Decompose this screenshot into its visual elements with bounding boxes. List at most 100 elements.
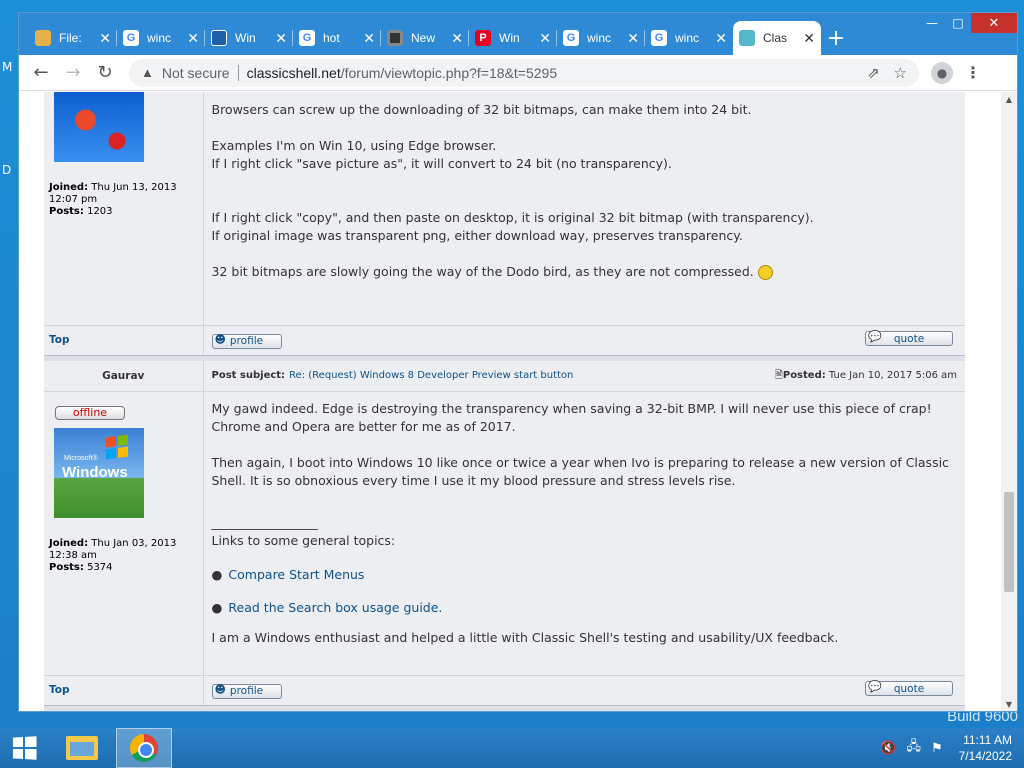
search-guide-link[interactable]: Read the Search box usage guide.	[228, 600, 442, 615]
author-meta: Joined: Thu Jan 03, 2013 12:38 am Posts:…	[49, 537, 177, 573]
tab-close-icon[interactable]: ✕	[451, 30, 463, 47]
tab-title: winc	[675, 31, 700, 45]
post-paragraph: My gawd indeed. Edge is destroying the t…	[211, 400, 932, 434]
browser-tab[interactable]: P Win ✕	[469, 21, 557, 55]
browser-tab[interactable]: G winc ✕	[645, 21, 733, 55]
author-name[interactable]: Gaurav	[44, 361, 204, 392]
offline-status-badge: offline	[55, 405, 125, 420]
browser-tab[interactable]: New ✕	[381, 21, 469, 55]
top-link[interactable]: Top	[49, 684, 70, 696]
speech-bubble-icon: 💬	[868, 680, 882, 693]
post-author-panel: Joined: Thu Jun 13, 2013 12:07 pm Posts:…	[44, 92, 204, 325]
folder-icon	[66, 736, 98, 760]
volume-muted-icon[interactable]: 🔇	[880, 740, 896, 756]
joined-label: Joined:	[49, 182, 89, 193]
action-center-flag-icon[interactable]: ⚑	[931, 740, 943, 756]
share-icon[interactable]: ⇗	[867, 64, 880, 82]
post-line: If original image was transparent png, e…	[211, 228, 743, 243]
scroll-thumb[interactable]	[1004, 492, 1014, 592]
clock-date: 7/14/2022	[958, 749, 1012, 763]
top-link[interactable]: Top	[49, 334, 70, 346]
tab-close-icon[interactable]: ✕	[99, 30, 111, 47]
tab-close-icon[interactable]: ✕	[539, 30, 551, 47]
windows-start-icon	[12, 736, 37, 760]
address-bar[interactable]: ▲ Not secure classicshell.net /forum/vie…	[129, 58, 919, 87]
tab-title: winc	[147, 31, 172, 45]
security-status[interactable]: Not secure	[162, 65, 230, 81]
tab-title: Win	[235, 31, 256, 45]
menu-dots-icon[interactable]: ⋮	[965, 63, 981, 82]
window-controls: — □ ✕	[919, 13, 1017, 33]
tab-close-icon[interactable]: ✕	[275, 30, 287, 47]
tab-title: hot	[323, 31, 340, 45]
page-content: Joined: Thu Jun 13, 2013 12:07 pm Posts:…	[19, 92, 1017, 711]
post-body: My gawd indeed. Edge is destroying the t…	[203, 391, 965, 675]
tab-close-icon[interactable]: ✕	[363, 30, 375, 47]
tab-close-icon[interactable]: ✕	[627, 30, 639, 47]
author-meta: Joined: Thu Jun 13, 2013 12:07 pm Posts:…	[49, 182, 198, 218]
tab-title: New	[411, 31, 436, 45]
scroll-down-arrow-icon[interactable]: ▼	[1001, 697, 1017, 711]
forward-arrow-icon[interactable]: →	[57, 57, 89, 89]
warning-triangle-icon[interactable]: ▲	[141, 65, 154, 80]
chrome-window: File: ✕ G winc ✕ Win ✕ G hot ✕ New ✕ P W…	[18, 12, 1018, 712]
classic-shell-favicon-icon	[739, 30, 755, 46]
file-explorer-favicon-icon	[35, 30, 51, 46]
clock[interactable]: 11:11 AM 7/14/2022	[959, 732, 1012, 764]
minimize-button[interactable]: —	[919, 13, 945, 33]
browser-tab[interactable]: G winc ✕	[557, 21, 645, 55]
tab-close-icon[interactable]: ✕	[187, 30, 199, 47]
url-host[interactable]: classicshell.net	[247, 65, 341, 81]
browser-tab-active[interactable]: Clas ✕	[733, 21, 821, 55]
post-line: If I right click "copy", and then paste …	[211, 210, 814, 225]
page-scrollbar[interactable]: ▲ ▼	[1001, 92, 1017, 711]
scroll-up-arrow-icon[interactable]: ▲	[1001, 92, 1017, 106]
subject-link[interactable]: Re: (Request) Windows 8 Developer Previe…	[289, 367, 573, 385]
windows-favicon-icon	[211, 30, 227, 46]
browser-tab[interactable]: File: ✕	[29, 21, 117, 55]
new-tab-button[interactable]: +	[821, 21, 851, 55]
google-favicon-icon: G	[123, 30, 139, 46]
quote-button[interactable]: 💬 quote	[865, 680, 953, 696]
profile-button[interactable]: ☻ profile	[211, 333, 282, 349]
reload-icon[interactable]: ↻	[89, 57, 121, 89]
profile-avatar-icon[interactable]: ●	[931, 61, 953, 84]
tab-strip: File: ✕ G winc ✕ Win ✕ G hot ✕ New ✕ P W…	[19, 13, 1017, 55]
url-path[interactable]: /forum/viewtopic.php?f=18&t=5295	[341, 65, 557, 81]
close-window-button[interactable]: ✕	[971, 13, 1017, 33]
file-explorer-taskbar-button[interactable]	[54, 728, 110, 768]
subject-label: Post subject:	[211, 369, 286, 381]
start-button[interactable]	[0, 728, 48, 768]
back-arrow-icon[interactable]: ←	[25, 57, 57, 89]
tab-close-icon[interactable]: ✕	[715, 30, 727, 47]
profile-button[interactable]: ☻ profile	[211, 682, 282, 699]
browser-tab[interactable]: G winc ✕	[117, 21, 205, 55]
browser-tab[interactable]: Win ✕	[205, 21, 293, 55]
post-paragraph: Then again, I boot into Windows 10 like …	[211, 454, 949, 488]
post-line: Browsers can screw up the downloading of…	[211, 102, 752, 117]
tab-list: File: ✕ G winc ✕ Win ✕ G hot ✕ New ✕ P W…	[29, 21, 851, 55]
windows-logo-icon	[106, 433, 128, 460]
desktop-icon-label[interactable]: D	[2, 163, 11, 177]
quote-button[interactable]: 💬 quote	[865, 330, 953, 346]
maximize-button[interactable]: □	[945, 13, 971, 33]
signature-rule: _________________	[211, 514, 318, 530]
document-icon[interactable]: 🗎	[775, 370, 783, 381]
forum-thread: Joined: Thu Jun 13, 2013 12:07 pm Posts:…	[44, 92, 965, 711]
user-icon: ☻	[214, 682, 226, 696]
network-icon[interactable]: 🖧	[906, 737, 921, 759]
smiley-emoji-icon	[757, 265, 773, 280]
compare-start-menus-link[interactable]: Compare Start Menus	[228, 567, 364, 582]
tab-title: File:	[59, 31, 82, 45]
post-paragraph: I am a Windows enthusiast and helped a l…	[211, 629, 839, 645]
chrome-taskbar-button[interactable]	[116, 728, 172, 768]
system-tray: 🔇 🖧 ⚑ 11:11 AM 7/14/2022	[880, 732, 1024, 764]
desktop-icon-label[interactable]: M	[2, 60, 12, 74]
pinterest-favicon-icon: P	[475, 30, 491, 46]
browser-tab[interactable]: G hot ✕	[293, 21, 381, 55]
tab-close-icon[interactable]: ✕	[803, 30, 815, 47]
new-tab-favicon-icon	[387, 30, 403, 46]
bookmark-star-icon[interactable]: ☆	[894, 64, 907, 82]
chrome-icon	[130, 734, 158, 762]
avatar-caption: Microsoft®	[64, 454, 98, 462]
